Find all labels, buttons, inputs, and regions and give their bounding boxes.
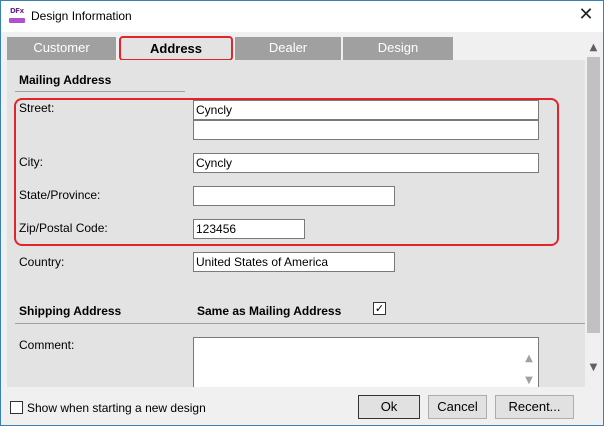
mailing-divider — [15, 91, 185, 92]
scroll-up-icon[interactable]: ▲ — [585, 39, 602, 56]
scroll-down-icon[interactable]: ▼ — [585, 359, 602, 376]
dialog-footer: Show when starting a new design Ok Cance… — [1, 388, 603, 425]
zip-label: Zip/Postal Code: — [19, 221, 108, 235]
shipping-address-title: Shipping Address — [19, 304, 122, 318]
mailing-address-title: Mailing Address — [19, 73, 112, 87]
tab-design[interactable]: Design — [343, 37, 453, 60]
address-panel: Mailing Address Street: City: State/Prov… — [7, 60, 585, 387]
cancel-button[interactable]: Cancel — [428, 395, 487, 419]
app-icon: DFx — [9, 7, 25, 24]
city-label: City: — [19, 155, 43, 169]
comment-textarea[interactable]: ▲ ▼ — [193, 337, 539, 387]
state-input[interactable] — [193, 186, 395, 206]
ok-button[interactable]: Ok — [358, 395, 420, 419]
same-as-mailing-checkbox[interactable]: ✓ — [373, 302, 386, 315]
show-on-start-label: Show when starting a new design — [27, 401, 206, 415]
design-information-dialog: DFx Design Information ✕ Customer Addres… — [0, 0, 604, 426]
zip-input[interactable] — [193, 219, 305, 239]
vertical-scrollbar[interactable]: ▲ ▼ — [585, 37, 602, 387]
app-icon-text: DFx — [10, 7, 24, 15]
tab-bar: Customer Address Dealer Design — [7, 36, 453, 61]
city-input[interactable] — [193, 153, 539, 173]
country-label: Country: — [19, 255, 65, 269]
tab-customer[interactable]: Customer — [7, 37, 116, 60]
show-on-start-checkbox[interactable] — [10, 401, 23, 414]
close-icon[interactable]: ✕ — [575, 5, 597, 27]
shipping-divider — [15, 323, 585, 324]
state-label: State/Province: — [19, 188, 101, 202]
comment-scroll-up-icon[interactable]: ▲ — [522, 352, 536, 366]
comment-scroll-down-icon[interactable]: ▼ — [522, 374, 536, 387]
app-icon-bar — [9, 18, 25, 23]
recent-button[interactable]: Recent... — [495, 395, 574, 419]
window-title: Design Information — [31, 9, 132, 23]
street-line2-input[interactable] — [193, 120, 539, 140]
tab-dealer[interactable]: Dealer — [235, 37, 341, 60]
country-input[interactable] — [193, 252, 395, 272]
tab-address[interactable]: Address — [119, 36, 233, 61]
same-as-mailing-label: Same as Mailing Address — [197, 304, 342, 318]
street-line1-input[interactable] — [193, 100, 539, 120]
street-label: Street: — [19, 101, 55, 115]
comment-label: Comment: — [19, 338, 75, 352]
title-bar: DFx Design Information ✕ — [1, 1, 603, 32]
scrollbar-thumb[interactable] — [587, 57, 600, 333]
